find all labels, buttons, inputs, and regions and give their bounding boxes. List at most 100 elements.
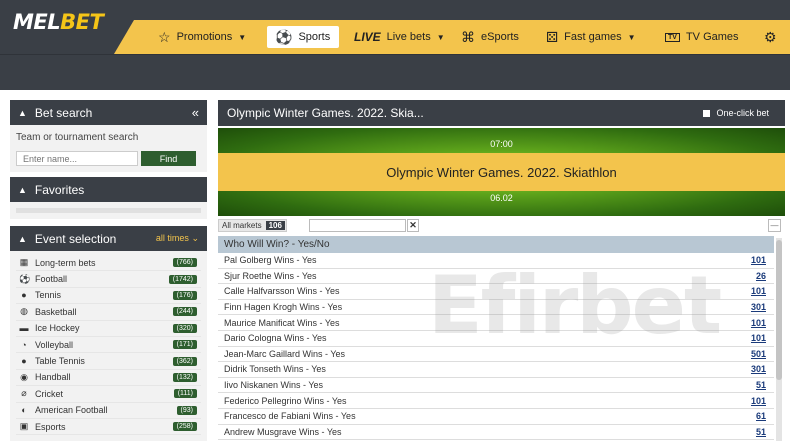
- nav-promotions-label: Promotions: [176, 31, 233, 43]
- clear-filter-icon[interactable]: ✕: [407, 219, 419, 232]
- outcome-label: Didrik Tonseth Wins - Yes: [224, 364, 326, 375]
- sport-label: Tennis: [35, 290, 62, 301]
- sport-count-badge: (244): [172, 307, 197, 317]
- sports-list: ▦ Long-term bets (766) ⚽ Football (1742) ● Tenn…: [10, 251, 207, 441]
- one-click-checkbox[interactable]: [703, 109, 711, 117]
- sport-count-badge: (171): [172, 340, 197, 350]
- logo-text-main: MEL: [13, 10, 61, 34]
- market-row: Andrew Musgrave Wins - Yes 51: [218, 424, 774, 441]
- event-name-band: Olympic Winter Games. 2022. Skiathlon: [218, 153, 785, 191]
- odds-button[interactable]: 51: [756, 380, 766, 390]
- odds-button[interactable]: 101: [751, 318, 766, 328]
- dice-icon: ⚄: [546, 29, 559, 45]
- melbet-logo[interactable]: MELBET: [13, 10, 104, 34]
- nav-tv-games-label: TV Games: [685, 31, 739, 43]
- event-selection-header[interactable]: ▲ Event selection all times ⌄: [10, 226, 207, 251]
- sidebar-sport-item[interactable]: ● Tennis (176): [16, 288, 201, 305]
- basketball-icon: ◍: [20, 306, 28, 317]
- odds-button[interactable]: 101: [751, 396, 766, 406]
- sidebar-sport-item[interactable]: ◔ Volleyball (171): [16, 337, 201, 354]
- sidebar-sport-item[interactable]: ▬ Ice Hockey (320): [16, 321, 201, 337]
- odds-button[interactable]: 301: [751, 364, 766, 374]
- sidebar-sport-item[interactable]: ▦ Long-term bets (766): [16, 255, 201, 272]
- nav-esports[interactable]: ⌘ eSports: [461, 20, 519, 54]
- nav-fast-games[interactable]: ⚄ Fast games ▼: [546, 20, 636, 54]
- favorites-header[interactable]: ▲ Favorites: [10, 177, 207, 202]
- outcome-label: Maurice Manificat Wins - Yes: [224, 317, 340, 328]
- all-markets-tab[interactable]: All markets 106: [218, 219, 287, 232]
- sport-label: Cricket: [35, 388, 64, 399]
- markets-count-badge: 106: [265, 221, 285, 230]
- odds-button[interactable]: 101: [751, 255, 766, 265]
- sidebar-sport-item[interactable]: ▣ Esports (258): [16, 419, 201, 436]
- scrollbar-thumb[interactable]: [776, 240, 782, 380]
- odds-button[interactable]: 301: [751, 302, 766, 312]
- time-filter-dropdown[interactable]: all times ⌄: [156, 233, 199, 244]
- outcome-label: Calle Halfvarsson Wins - Yes: [224, 286, 340, 297]
- bet-search-header[interactable]: ▲ Bet search «: [10, 100, 207, 125]
- tennis-icon: ●: [21, 290, 27, 301]
- sport-label: Handball: [35, 372, 71, 383]
- double-chevron-left-icon[interactable]: «: [192, 105, 199, 120]
- football-icon: ⚽: [275, 29, 293, 45]
- sidebar-sport-item[interactable]: ⚽ Football (1742): [16, 271, 201, 288]
- handball-icon: ◉: [20, 371, 28, 382]
- outcome-label: Federico Pellegrino Wins - Yes: [224, 395, 347, 406]
- american-football-icon: ◐: [21, 405, 27, 416]
- collapse-triangle-icon: ▲: [18, 184, 27, 195]
- sport-count-badge: (766): [172, 258, 197, 268]
- find-button[interactable]: Find: [141, 151, 196, 166]
- one-click-bet-toggle[interactable]: One-click bet: [703, 108, 769, 118]
- event-selection-title: Event selection: [34, 231, 117, 246]
- search-input[interactable]: [16, 151, 138, 166]
- sport-label: American Football: [35, 405, 108, 416]
- sport-label: Football: [35, 274, 68, 285]
- market-row: Jean-Marc Gaillard Wins - Yes 501: [218, 346, 774, 363]
- sport-label: Volleyball: [35, 339, 74, 350]
- odds-button[interactable]: 101: [751, 333, 766, 343]
- nav-promotions[interactable]: ☆ Promotions ▼: [158, 20, 246, 54]
- market-row: Pal Golberg Wins - Yes 101: [218, 253, 774, 269]
- collapse-markets-button[interactable]: —: [768, 219, 781, 232]
- all-markets-label: All markets: [222, 221, 262, 230]
- odds-button[interactable]: 61: [756, 411, 766, 421]
- chevron-down-icon: ▼: [627, 32, 636, 42]
- favorites-placeholder: [16, 208, 201, 213]
- market-row: Maurice Manificat Wins - Yes 101: [218, 315, 774, 331]
- collapse-triangle-icon: ▲: [18, 233, 27, 244]
- market-title[interactable]: Who Will Win? - Yes/No: [218, 236, 774, 253]
- sport-count-badge: (362): [172, 356, 197, 366]
- football-icon: ⚽: [19, 273, 31, 284]
- table-tennis-icon: ●: [21, 356, 27, 367]
- scrollbar[interactable]: [776, 238, 782, 441]
- sidebar-sport-item[interactable]: ◍ Basketball (244): [16, 304, 201, 321]
- market-filter-input[interactable]: [309, 219, 406, 232]
- sidebar-sport-item[interactable]: ◐ American Football (93): [16, 403, 201, 419]
- nav-tv-games[interactable]: TV TV Games: [665, 20, 739, 54]
- odds-button[interactable]: 51: [756, 427, 766, 437]
- chevron-down-icon: ▼: [436, 32, 445, 42]
- event-title: Olympic Winter Games. 2022. Skia...: [227, 106, 424, 120]
- sidebar-sport-item[interactable]: ● Table Tennis (362): [16, 353, 201, 370]
- odds-button[interactable]: 26: [756, 271, 766, 281]
- sidebar-sport-item[interactable]: ⌀ Cricket (111): [16, 386, 201, 403]
- nav-more[interactable]: ⚙: [764, 20, 777, 54]
- odds-button[interactable]: 101: [751, 286, 766, 296]
- nav-live-bets[interactable]: LIVE Live bets ▼: [354, 20, 445, 54]
- tv-icon: TV: [665, 32, 680, 42]
- market-row: Iivo Niskanen Wins - Yes 51: [218, 377, 774, 394]
- market-row: Sjur Roethe Wins - Yes 26: [218, 268, 774, 285]
- market-row: Francesco de Fabiani Wins - Yes 61: [218, 408, 774, 425]
- market-row: Didrik Tonseth Wins - Yes 301: [218, 362, 774, 378]
- market-row: Dario Cologna Wins - Yes 101: [218, 330, 774, 347]
- market-rows: Pal Golberg Wins - Yes 101 Sjur Roethe Win…: [218, 253, 774, 441]
- outcome-label: Dario Cologna Wins - Yes: [224, 333, 327, 344]
- nav-sports[interactable]: ⚽ Sports: [267, 26, 340, 48]
- main-nav: ☆ Promotions ▼ ⚽ Sports LIVE Live bets ▼…: [114, 20, 790, 54]
- sidebar-sport-item[interactable]: ◉ Handball (132): [16, 370, 201, 387]
- favorites-panel: ▲ Favorites: [10, 177, 207, 219]
- logo-text-accent: BET: [60, 10, 104, 34]
- odds-button[interactable]: 501: [751, 349, 766, 359]
- volleyball-icon: ◔: [21, 339, 27, 350]
- outcome-label: Francesco de Fabiani Wins - Yes: [224, 411, 356, 422]
